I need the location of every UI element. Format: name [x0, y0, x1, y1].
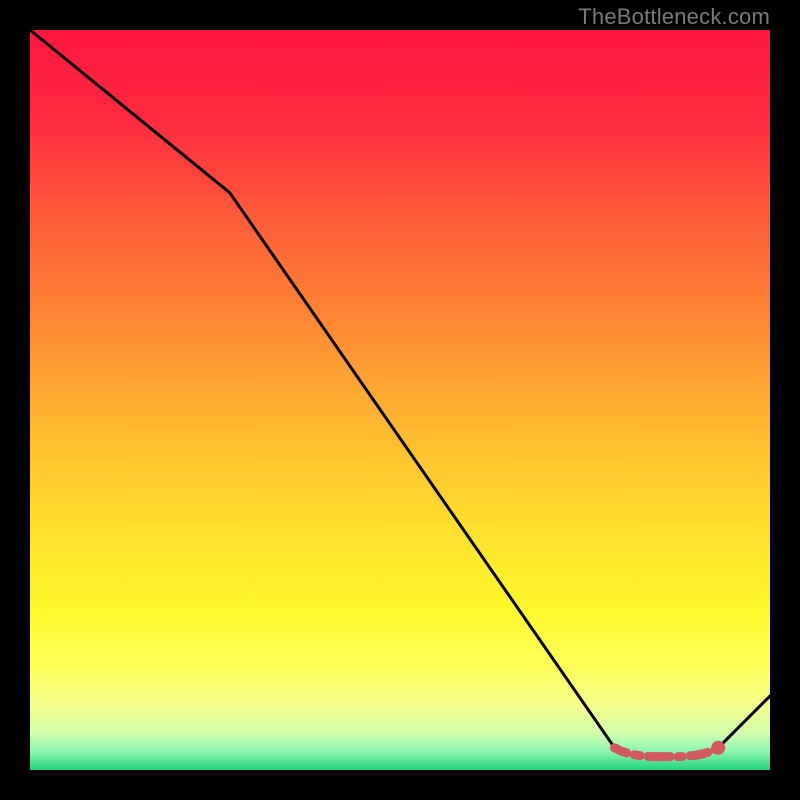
chart-frame: TheBottleneck.com — [0, 0, 800, 800]
optimal-point-marker — [711, 741, 725, 755]
plot-area — [30, 30, 770, 770]
bottleneck-chart — [30, 30, 770, 770]
gradient-background — [30, 30, 770, 770]
watermark-label: TheBottleneck.com — [578, 4, 770, 30]
